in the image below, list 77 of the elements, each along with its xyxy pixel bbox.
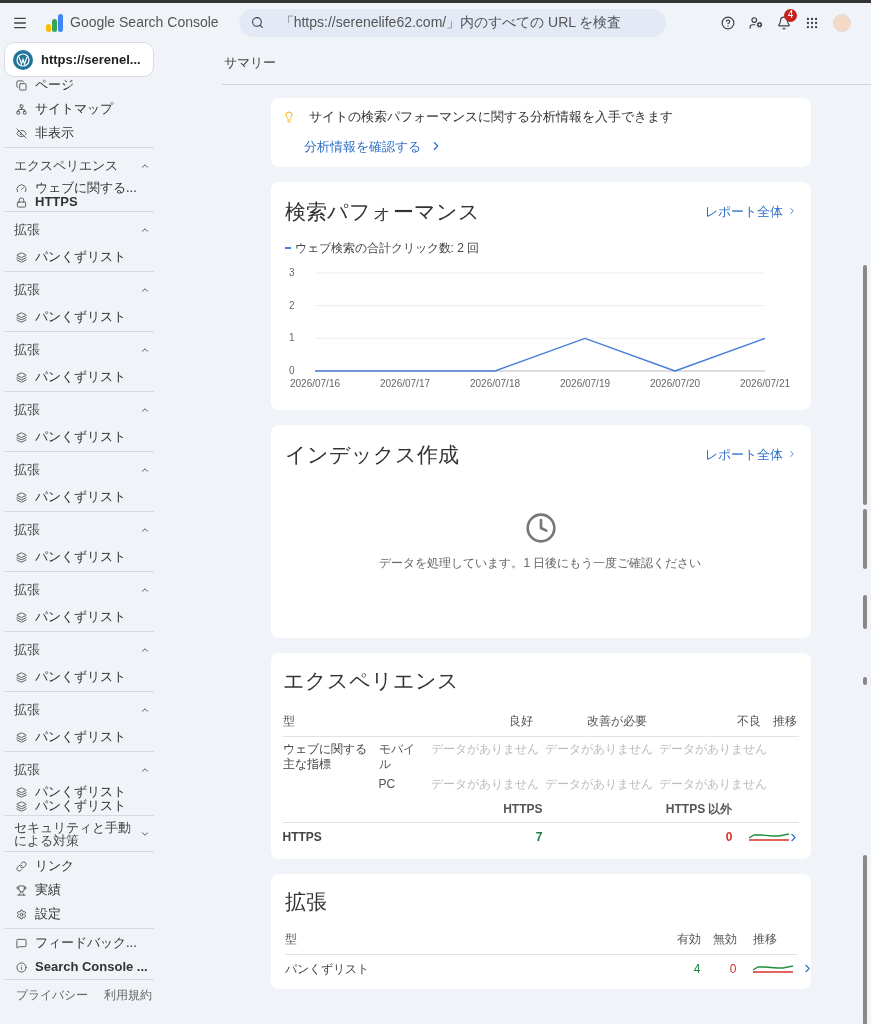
table-cell-text: モバイル xyxy=(378,742,416,772)
nav-item[interactable]: ページ xyxy=(35,75,74,95)
x-tick-label: 2026/07/20 xyxy=(649,378,700,389)
report-link[interactable]: レポート全体 xyxy=(704,201,797,221)
table-cell-text: ウェブに関する主な指標 xyxy=(282,742,368,772)
column-header: 良好 xyxy=(507,713,534,730)
x-tick-label: 2026/07/19 xyxy=(559,378,610,389)
section-header[interactable]: エクスペリエンス xyxy=(4,150,154,181)
column-header: 不良 xyxy=(735,713,762,730)
column-header: 推移 xyxy=(772,713,798,730)
table-cell-text: 0 xyxy=(728,960,737,978)
card-title: インデックス作成 xyxy=(284,441,459,468)
section-header[interactable]: 拡張 xyxy=(4,514,154,545)
card-title: 拡張 xyxy=(284,889,328,915)
card-title: エクスペリエンス xyxy=(282,667,460,694)
nav-item[interactable]: パンくずリスト xyxy=(35,367,126,387)
y-tick-label: 2 xyxy=(288,299,295,311)
nav-item[interactable]: 設定 xyxy=(35,904,61,924)
report-link[interactable]: レポート全体 xyxy=(704,444,797,464)
nav-item[interactable]: パンくずリスト xyxy=(35,547,126,567)
table-cell-text: HTTPS xyxy=(282,829,323,846)
processing-message: データを処理しています。1 日後にもう一度ご確認ください xyxy=(379,555,702,572)
table-cell-text: 4 xyxy=(692,960,701,978)
nav-item[interactable]: Search Console ... xyxy=(35,957,148,977)
section-header[interactable]: 拡張 xyxy=(4,454,154,485)
insight-link[interactable]: 分析情報を確認する xyxy=(303,136,443,156)
nav-item[interactable]: パンくずリスト xyxy=(35,727,126,747)
table-cell-text: PC xyxy=(378,777,397,792)
section-header[interactable]: 拡張 xyxy=(4,634,154,665)
x-tick-label: 2026/07/16 xyxy=(289,378,340,389)
card-title: 検索パフォーマンス xyxy=(284,198,480,225)
x-tick-label: 2026/07/17 xyxy=(379,378,430,389)
table-cell-text: 7 xyxy=(534,829,543,846)
property-selector[interactable]: https://serenel... xyxy=(4,42,154,77)
nav-item[interactable]: パンくずリスト xyxy=(35,307,126,327)
x-tick-label: 2026/07/21 xyxy=(739,378,790,389)
y-tick-label: 1 xyxy=(288,332,295,344)
column-header: 型 xyxy=(284,930,298,948)
section-header[interactable]: セキュリティと手動による対策 xyxy=(4,818,154,849)
section-header[interactable]: 拡張 xyxy=(4,574,154,605)
notification-badge: 4 xyxy=(784,8,797,22)
column-header: 無効 xyxy=(711,930,737,948)
nav-item[interactable]: リンク xyxy=(35,856,74,876)
page-title: サマリー xyxy=(224,54,276,73)
section-header[interactable]: 拡張 xyxy=(4,274,154,305)
nav-item[interactable]: フィードバック... xyxy=(35,933,137,953)
search-field[interactable]: 「https://serenelife62.com/」内のすべての URL を検査 xyxy=(238,8,666,37)
column-header: HTTPS xyxy=(502,801,543,818)
legend-label: ウェブ検索の合計クリック数: 2 回 xyxy=(294,240,480,257)
nav-item[interactable]: パンくずリスト xyxy=(35,667,126,687)
section-header[interactable]: 拡張 xyxy=(4,754,154,785)
column-header: 改善が必要 xyxy=(585,713,648,730)
section-header[interactable]: 拡張 xyxy=(4,214,154,245)
table-cell-text: 0 xyxy=(724,829,733,846)
table-cell-text: パンくずリスト xyxy=(284,960,370,978)
section-header[interactable]: 拡張 xyxy=(4,694,154,725)
footer-link[interactable]: 利用規約 xyxy=(104,986,152,1004)
x-tick-label: 2026/07/18 xyxy=(469,378,520,389)
nav-item[interactable]: パンくずリスト xyxy=(35,247,126,267)
nav-item[interactable]: パンくずリスト xyxy=(35,607,126,627)
section-header[interactable]: 拡張 xyxy=(4,394,154,425)
nav-item[interactable]: パンくずリスト xyxy=(35,487,126,507)
nav-item[interactable]: パンくずリスト xyxy=(35,427,126,447)
column-header: 有効 xyxy=(675,930,701,948)
nav-item[interactable]: 実績 xyxy=(35,880,61,900)
product-name: Google Search Console xyxy=(70,13,219,32)
column-header: 型 xyxy=(282,713,296,730)
section-header[interactable]: 拡張 xyxy=(4,334,154,365)
nav-item[interactable]: 非表示 xyxy=(35,123,74,143)
nav-item[interactable]: ウェブに関する... xyxy=(35,178,137,198)
insight-text: サイトの検索パフォーマンスに関する分析情報を入手できます xyxy=(308,108,673,126)
column-header: HTTPS 以外 xyxy=(664,801,733,818)
y-tick-label: 3 xyxy=(288,267,295,278)
footer-link[interactable]: プライバシー xyxy=(16,986,88,1004)
column-header: 推移 xyxy=(751,930,778,948)
y-tick-label: 0 xyxy=(288,365,295,376)
nav-item[interactable]: サイトマップ xyxy=(35,99,113,119)
